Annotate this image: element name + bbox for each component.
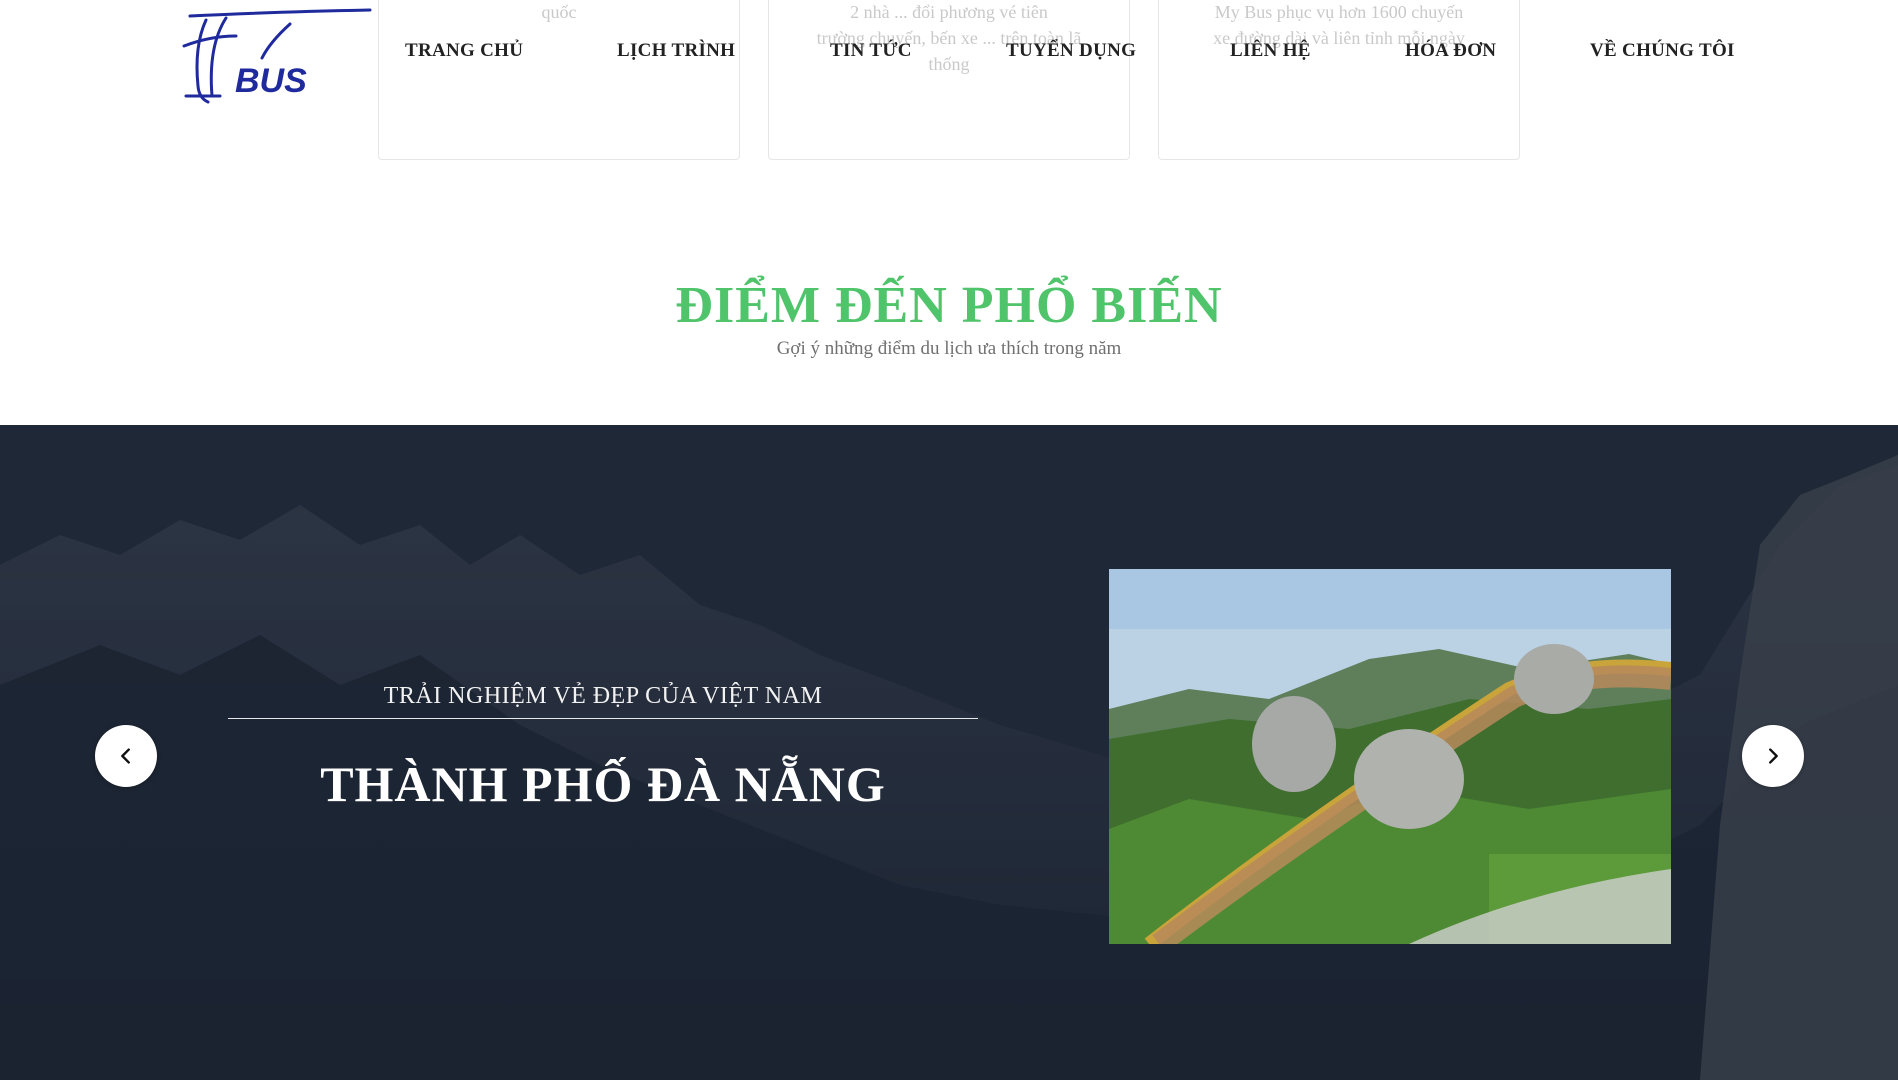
bus-logo-icon: BUS: [182, 8, 372, 104]
slider-prev-button[interactable]: [95, 725, 157, 787]
feature-card-3-line1: My Bus phục vụ hơn 1600 chuyến: [1214, 2, 1464, 22]
slide-headline: THÀNH PHỐ ĐÀ NẴNG: [320, 756, 886, 812]
feature-card-2: 2 nhà ... đổi phương vé tiên trường chuy…: [768, 0, 1130, 160]
feature-card-2-line1: 2 nhà ... đổi phương vé tiên: [850, 2, 1048, 22]
nav-item-about[interactable]: VỀ CHÚNG TÔI: [1590, 40, 1735, 62]
golden-bridge-image: [1109, 569, 1671, 944]
golden-bridge-photo: [1109, 569, 1671, 944]
feature-card-1: quốc: [378, 0, 740, 160]
slide-eyebrow: TRẢI NGHIỆM VẺ ĐẸP CỦA VIỆT NAM: [383, 683, 823, 709]
slide-divider: [228, 718, 978, 719]
chevron-left-icon: [121, 748, 130, 764]
feature-card-2-text: 2 nhà ... đổi phương vé tiên trường chuy…: [769, 0, 1129, 77]
slider-next-button[interactable]: [1742, 725, 1804, 787]
nav-item-contact[interactable]: LIÊN HỆ: [1230, 40, 1311, 62]
brand-logo[interactable]: BUS: [180, 6, 375, 110]
nav-item-invoice[interactable]: HÓA ĐƠN: [1405, 40, 1496, 62]
feature-card-3: My Bus phục vụ hơn 1600 chuyến xe đường …: [1158, 0, 1520, 160]
nav-item-home[interactable]: TRANG CHỦ: [405, 40, 523, 62]
feature-card-1-text: quốc: [541, 2, 577, 22]
section-subtitle: Gợi ý những điểm du lịch ưa thích trong …: [776, 338, 1122, 359]
nav-item-jobs[interactable]: TUYỂN DỤNG: [1006, 40, 1136, 62]
logo-text: BUS: [235, 62, 307, 100]
section-title: ĐIỂM ĐẾN PHỔ BIẾN: [675, 277, 1223, 334]
nav-item-schedule[interactable]: LỊCH TRÌNH: [617, 40, 735, 62]
nav-item-news[interactable]: TIN TỨC: [830, 40, 912, 62]
destination-slider: TRẢI NGHIỆM VẺ ĐẸP CỦA VIỆT NAM THÀNH PH…: [0, 425, 1898, 1080]
chevron-right-icon: [1769, 748, 1778, 764]
